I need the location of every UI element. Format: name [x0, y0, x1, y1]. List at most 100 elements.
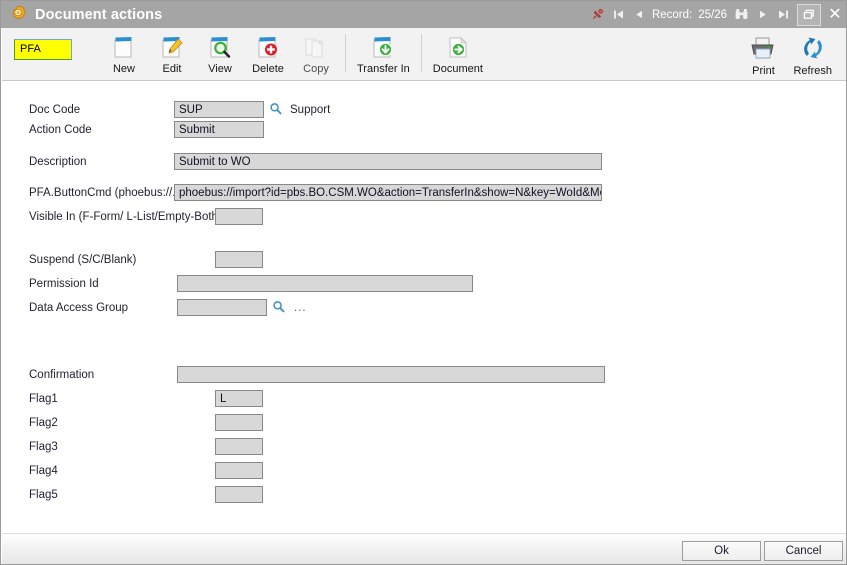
button-cmd-input[interactable]: phoebus://import?id=pbs.BO.CSM.WO&action… — [174, 184, 602, 201]
confirmation-label: Confirmation — [29, 368, 95, 381]
edit-label: Edit — [162, 63, 182, 75]
toolbar: PFA New Edit View Delete Copy Transfer I… — [2, 28, 846, 81]
transfer-in-icon — [369, 32, 397, 62]
data-access-group-label: Data Access Group — [29, 301, 129, 314]
window-title: Document actions — [35, 6, 163, 23]
permission-id-input[interactable] — [177, 275, 473, 292]
data-access-group-input[interactable] — [177, 299, 267, 316]
print-button[interactable]: Print — [739, 28, 787, 77]
flag1-row: Flag1 L — [29, 390, 263, 407]
restore-window-icon — [803, 9, 814, 19]
close-window-button[interactable]: ✕ — [824, 5, 846, 25]
refresh-label: Refresh — [793, 65, 832, 77]
title-bar: Document actions Record: 25/26 ✕ — [1, 1, 846, 28]
cancel-button[interactable]: Cancel — [764, 541, 843, 561]
copy-button[interactable]: Copy — [292, 28, 340, 75]
flag4-input[interactable] — [215, 462, 263, 479]
toolbar-document-group: Document — [427, 28, 489, 80]
action-code-input[interactable]: Submit — [174, 121, 264, 138]
record-label: Record: — [651, 8, 693, 21]
new-button[interactable]: New — [100, 28, 148, 75]
document-icon — [444, 32, 472, 62]
transfer-in-button[interactable]: Transfer In — [351, 28, 416, 75]
doc-code-input[interactable]: SUP — [174, 101, 264, 118]
copy-label: Copy — [303, 63, 329, 75]
first-record-button[interactable] — [608, 4, 629, 26]
view-label: View — [208, 63, 232, 75]
toolbar-main-group: New Edit View Delete Copy — [100, 28, 340, 80]
toolbar-right-group: Print Refresh — [739, 28, 846, 77]
flag2-input[interactable] — [215, 414, 263, 431]
flag4-row: Flag4 — [29, 462, 263, 479]
magnifier-lookup-icon — [270, 102, 282, 114]
record-value: 25/26 — [698, 8, 727, 21]
previous-record-button[interactable] — [629, 4, 649, 26]
edit-button[interactable]: Edit — [148, 28, 196, 75]
toolbar-separator-1 — [345, 34, 346, 72]
pin-icon — [593, 8, 603, 19]
flag3-input[interactable] — [215, 438, 263, 455]
description-row: Description Submit to WO — [29, 153, 602, 170]
close-icon: ✕ — [828, 5, 842, 23]
data-access-group-more-button[interactable]: ... — [294, 302, 307, 314]
next-record-button[interactable] — [753, 4, 773, 26]
suspend-label: Suspend (S/C/Blank) — [29, 253, 137, 266]
doc-code-row: Doc Code SUP Support — [29, 101, 330, 118]
refresh-button[interactable]: Refresh — [787, 28, 838, 77]
visible-in-input[interactable] — [215, 208, 263, 225]
printer-icon — [748, 32, 778, 64]
permission-id-label: Permission Id — [29, 277, 99, 290]
refresh-arrows-icon — [798, 32, 828, 64]
confirmation-input[interactable] — [177, 366, 605, 383]
ok-button[interactable]: Ok — [682, 541, 761, 561]
suspend-input[interactable] — [215, 251, 263, 268]
action-code-label: Action Code — [29, 123, 92, 136]
last-record-icon — [779, 10, 788, 19]
pfa-badge-field[interactable]: PFA — [14, 39, 72, 60]
document-actions-window: Document actions Record: 25/26 ✕ PFA New… — [0, 0, 847, 565]
visible-in-label: Visible In (F-Form/ L-List/Empty-Both) — [29, 210, 222, 223]
find-button[interactable] — [730, 4, 753, 26]
doc-code-description: Support — [290, 103, 331, 116]
button-cmd-row: PFA.ButtonCmd (phoebus://....) phoebus:/… — [29, 184, 602, 201]
new-label: New — [112, 63, 135, 75]
new-document-icon — [110, 32, 138, 62]
data-access-group-lookup-button[interactable] — [272, 300, 285, 316]
flag3-row: Flag3 — [29, 438, 263, 455]
description-input[interactable]: Submit to WO — [174, 153, 602, 170]
flag1-input[interactable]: L — [215, 390, 263, 407]
document-button[interactable]: Document — [427, 28, 489, 75]
gear-icon — [12, 5, 26, 20]
last-record-button[interactable] — [773, 4, 794, 26]
flag4-label: Flag4 — [29, 464, 58, 477]
flag3-label: Flag3 — [29, 440, 58, 453]
visible-in-row: Visible In (F-Form/ L-List/Empty-Both) — [29, 208, 263, 225]
next-record-icon — [760, 10, 766, 19]
title-bar-controls: Record: 25/26 ✕ — [586, 1, 846, 28]
action-code-row: Action Code Submit — [29, 121, 264, 138]
transfer-in-label: Transfer In — [357, 63, 410, 75]
suspend-row: Suspend (S/C/Blank) — [29, 251, 263, 268]
flag5-input[interactable] — [215, 486, 263, 503]
permission-id-row: Permission Id — [29, 275, 473, 292]
toolbar-transfer-group: Transfer In — [351, 28, 416, 80]
flag2-label: Flag2 — [29, 416, 58, 429]
doc-code-lookup-button[interactable] — [269, 102, 282, 118]
view-magnifier-icon — [206, 32, 234, 62]
copy-document-icon — [302, 32, 330, 62]
footer-bar: Ok Cancel — [2, 533, 846, 564]
view-button[interactable]: View — [196, 28, 244, 75]
pin-button[interactable] — [586, 4, 608, 26]
restore-window-button[interactable] — [797, 3, 821, 26]
delete-button[interactable]: Delete — [244, 28, 292, 75]
button-cmd-label: PFA.ButtonCmd (phoebus://....) — [29, 186, 189, 199]
confirmation-row: Confirmation — [29, 366, 605, 383]
document-label: Document — [432, 63, 483, 75]
doc-code-label: Doc Code — [29, 103, 81, 116]
toolbar-separator-2 — [420, 34, 422, 72]
print-label: Print — [752, 65, 775, 77]
magnifier-lookup-icon — [273, 300, 285, 312]
flag5-label: Flag5 — [29, 488, 58, 501]
delete-document-icon — [254, 32, 282, 62]
delete-label: Delete — [252, 63, 284, 75]
